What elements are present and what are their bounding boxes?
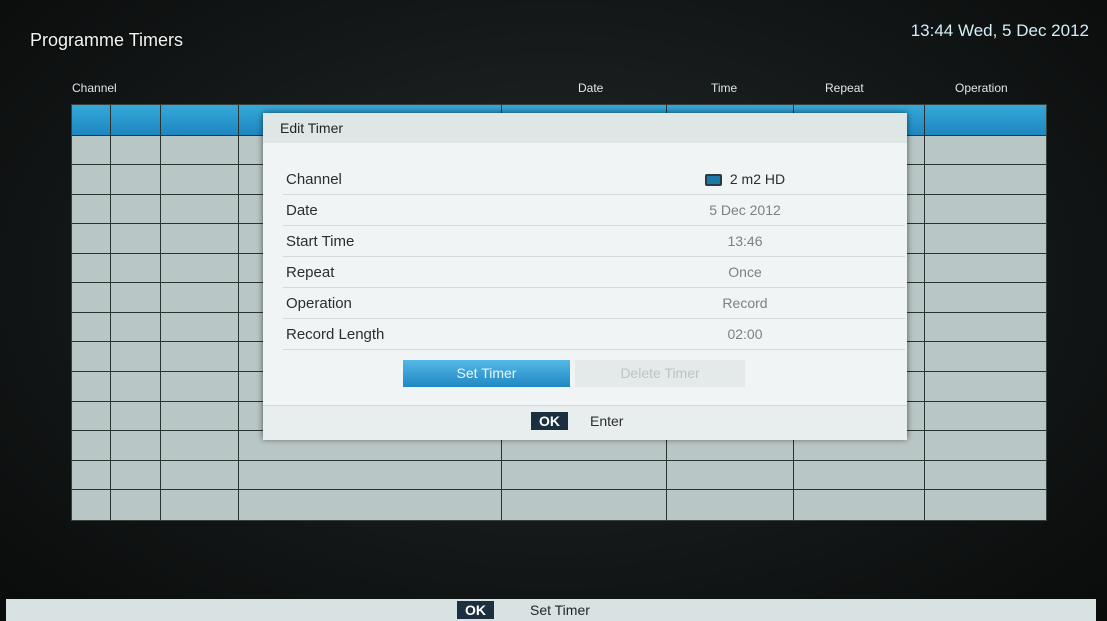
table-col-divider bbox=[110, 105, 111, 520]
field-value[interactable]: 13:46 bbox=[655, 233, 835, 249]
field-value[interactable]: 2 m2 HD bbox=[655, 171, 835, 187]
header-time: Time bbox=[711, 81, 738, 95]
table-col-divider bbox=[924, 105, 925, 520]
edit-timer-dialog: Edit Timer Channel 2 m2 HD Date 5 Dec 20… bbox=[263, 113, 907, 440]
table-col-divider bbox=[238, 105, 239, 520]
field-channel[interactable]: Channel 2 m2 HD bbox=[283, 164, 905, 195]
bottom-hint: Set Timer bbox=[530, 602, 590, 618]
field-label: Channel bbox=[286, 171, 342, 188]
dialog-footer: OK Enter bbox=[263, 405, 907, 440]
page-title: Programme Timers bbox=[30, 30, 184, 50]
field-label: Start Time bbox=[286, 233, 355, 250]
field-repeat[interactable]: Repeat Once bbox=[283, 257, 905, 288]
field-value[interactable]: Once bbox=[655, 264, 835, 280]
table-row[interactable] bbox=[72, 489, 1046, 490]
table-col-divider bbox=[160, 105, 161, 520]
field-label: Repeat bbox=[286, 264, 335, 281]
header-date: Date bbox=[578, 81, 604, 95]
field-date[interactable]: Date 5 Dec 2012 bbox=[283, 195, 905, 226]
field-start-time[interactable]: Start Time 13:46 bbox=[283, 226, 905, 257]
ok-key-icon: OK bbox=[457, 601, 494, 619]
field-record-length[interactable]: Record Length 02:00 bbox=[283, 319, 905, 350]
field-value[interactable]: 5 Dec 2012 bbox=[655, 202, 835, 218]
field-operation[interactable]: Operation Record bbox=[283, 288, 905, 319]
channel-name: 2 m2 HD bbox=[729, 171, 786, 187]
bottom-help-bar: OK Set Timer bbox=[6, 599, 1096, 621]
field-label: Operation bbox=[286, 295, 352, 312]
set-timer-button[interactable]: Set Timer bbox=[403, 360, 570, 387]
dialog-footer-hint: Enter bbox=[590, 413, 624, 429]
field-value[interactable]: Record bbox=[655, 295, 835, 311]
header-operation: Operation bbox=[955, 81, 1008, 95]
tv-icon bbox=[704, 174, 722, 187]
dialog-title: Edit Timer bbox=[263, 113, 907, 143]
table-row[interactable] bbox=[72, 460, 1046, 461]
header-channel: Channel bbox=[72, 81, 117, 95]
field-value[interactable]: 02:00 bbox=[655, 326, 835, 342]
field-label: Record Length bbox=[286, 326, 385, 343]
ok-key-icon: OK bbox=[531, 412, 568, 430]
clock: 13:44 Wed, 5 Dec 2012 bbox=[910, 21, 1089, 40]
tv-screen: Programme Timers 13:44 Wed, 5 Dec 2012 C… bbox=[0, 0, 1107, 621]
field-label: Date bbox=[286, 202, 318, 219]
delete-timer-button[interactable]: Delete Timer bbox=[575, 360, 745, 387]
header-repeat: Repeat bbox=[825, 81, 864, 95]
